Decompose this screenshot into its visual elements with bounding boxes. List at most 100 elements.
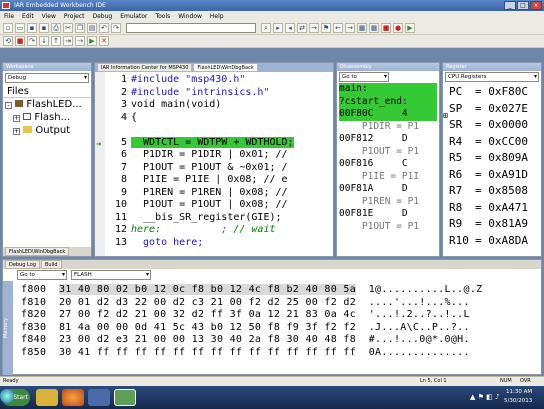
- status-bar: Ready Ln 5, Col 1 NUM OVR: [0, 376, 544, 386]
- memory-grid[interactable]: f800 31 40 80 02 b0 12 0c f8 b0 12 4c f8…: [3, 281, 541, 363]
- collapse-icon[interactable]: -: [5, 102, 12, 109]
- line-number: 1: [120, 74, 127, 85]
- code-area[interactable]: ➜ 1 #include "msp430.h" 2 #include "intrin…: [95, 72, 333, 256]
- compile-icon[interactable]: ▦: [357, 23, 367, 33]
- find-combo[interactable]: [126, 23, 256, 33]
- code-text: void main(void): [131, 99, 222, 110]
- memory-zone-select[interactable]: FLASH: [71, 270, 151, 280]
- tab-build[interactable]: Build: [40, 260, 62, 269]
- run-to-cursor-icon[interactable]: ⇢: [75, 36, 85, 46]
- reset-icon[interactable]: ⟲: [3, 36, 13, 46]
- register-name: R9: [449, 217, 463, 230]
- register-row[interactable]: SR = 0x0000: [449, 118, 528, 131]
- register-value: = 0x81A9: [475, 217, 528, 230]
- undo-icon[interactable]: ↶: [99, 23, 109, 33]
- new-file-icon[interactable]: ▫: [3, 23, 13, 33]
- memory-goto-combo[interactable]: Go to: [17, 270, 67, 280]
- navigate-back-icon[interactable]: ←: [333, 23, 343, 33]
- menu-project[interactable]: Project: [64, 13, 85, 20]
- save-all-icon[interactable]: ▪: [39, 23, 49, 33]
- register-row[interactable]: R10 = 0xA8DA: [449, 234, 528, 247]
- tab-debug-log[interactable]: Debug Log: [5, 260, 40, 269]
- register-row[interactable]: R9 = 0x81A9: [449, 217, 528, 230]
- expand-icon[interactable]: +: [13, 115, 20, 122]
- code-text: P1OUT = P1OUT | 0x08; //: [131, 199, 288, 210]
- register-pane: Register CPU Registers ⊞ PC = 0xF80C SP = …: [442, 62, 542, 257]
- workspace-config-select[interactable]: Debug: [5, 73, 89, 83]
- tab-source-file[interactable]: FlashLED\WinDbgBack: [193, 63, 258, 72]
- iar-workbench-icon[interactable]: [114, 389, 136, 406]
- open-icon[interactable]: ▭: [15, 23, 25, 33]
- menu-edit[interactable]: Edit: [22, 13, 34, 20]
- code-text: #include "intrinsics.h": [131, 86, 270, 98]
- menu-window[interactable]: Window: [178, 13, 202, 20]
- make-icon[interactable]: ▦: [369, 23, 379, 33]
- toggle-breakpoint-icon[interactable]: ●: [393, 23, 403, 33]
- redo-icon[interactable]: ↷: [111, 23, 121, 33]
- step-out-icon[interactable]: ↑: [51, 36, 61, 46]
- code-text: __bis_SR_register(GIE);: [131, 211, 282, 223]
- maximize-button[interactable]: □: [517, 1, 529, 10]
- navigate-forward-icon[interactable]: →: [345, 23, 355, 33]
- cursor-position: Ln 5, Col 1: [420, 378, 447, 384]
- register-row[interactable]: R7 = 0x8508: [449, 184, 528, 197]
- media-player-icon[interactable]: [88, 389, 110, 406]
- find-prev-icon[interactable]: ◂: [285, 23, 295, 33]
- menu-file[interactable]: File: [4, 13, 14, 20]
- menu-tools[interactable]: Tools: [155, 13, 170, 20]
- find-icon[interactable]: ⌕: [261, 23, 271, 33]
- find-next-icon[interactable]: ▸: [273, 23, 283, 33]
- menu-help[interactable]: Help: [210, 13, 224, 20]
- debug-icon[interactable]: ▶: [405, 23, 415, 33]
- go-icon[interactable]: ▶: [87, 36, 97, 46]
- register-row[interactable]: R6 = 0xA91D: [449, 168, 528, 181]
- minimize-button[interactable]: _: [504, 1, 516, 10]
- main-toolbar: ▫ ▭ ▪ ▪ ⎙ ✂ ❐ ▤ ↶ ↷ ⌕ ▸ ◂ ⇄ → ⚑ ← → ▦ ▦ …: [0, 22, 544, 35]
- register-row[interactable]: SP = 0x027E: [449, 102, 528, 115]
- register-row[interactable]: R4 = 0xCC00: [449, 135, 528, 148]
- register-value: = 0x8508: [475, 184, 528, 197]
- print-icon[interactable]: ⎙: [51, 23, 61, 33]
- line-number: 2: [120, 86, 127, 98]
- next-statement-icon[interactable]: ⇥: [63, 36, 73, 46]
- menu-debug[interactable]: Debug: [92, 13, 112, 20]
- line-number: 5: [120, 136, 127, 148]
- paste-icon[interactable]: ▤: [87, 23, 97, 33]
- register-name: SR: [449, 118, 463, 131]
- bookmark-icon[interactable]: ⚑: [321, 23, 331, 33]
- expand-icon[interactable]: +: [13, 128, 20, 135]
- tray-icons[interactable]: ▲ ⚑ ◧ ♪: [470, 393, 499, 401]
- close-button[interactable]: ×: [530, 1, 542, 10]
- register-row[interactable]: PC = 0xF80C: [449, 85, 528, 98]
- register-row[interactable]: R5 = 0x809A: [449, 151, 528, 164]
- stop-debug-icon[interactable]: ✕: [99, 36, 109, 46]
- disassembly-goto-combo[interactable]: Go to: [339, 72, 389, 82]
- tab-info-center[interactable]: IAR Information Center for MSP430: [97, 63, 193, 72]
- step-over-icon[interactable]: ↷: [27, 36, 37, 46]
- disassembly-list[interactable]: main: ?cstart_end: 00F80C 4 P1DIR = P1 0…: [337, 83, 439, 255]
- app-icon: [2, 2, 10, 9]
- register-name: R10: [449, 233, 469, 247]
- start-button[interactable]: Start: [0, 389, 30, 406]
- tree-item-flash[interactable]: + Flash...: [13, 112, 70, 124]
- line-number: 3: [120, 99, 127, 110]
- stop-build-icon[interactable]: ■: [381, 23, 391, 33]
- copy-icon[interactable]: ❐: [75, 23, 85, 33]
- file-explorer-icon[interactable]: [36, 389, 58, 406]
- tree-item-project[interactable]: - FlashLED...: [5, 99, 82, 111]
- register-group-select[interactable]: CPU Registers: [445, 72, 539, 82]
- firefox-icon[interactable]: [62, 389, 84, 406]
- replace-icon[interactable]: ⇄: [297, 23, 307, 33]
- register-row[interactable]: R8 = 0xA471: [449, 201, 528, 214]
- break-icon[interactable]: ■: [15, 36, 25, 46]
- step-into-icon[interactable]: ↓: [39, 36, 49, 46]
- tree-item-output[interactable]: + Output: [13, 125, 70, 137]
- menu-view[interactable]: View: [42, 13, 56, 20]
- dis-line-label: main:: [339, 83, 437, 96]
- cut-icon[interactable]: ✂: [63, 23, 73, 33]
- menu-emulator[interactable]: Emulator: [120, 13, 147, 20]
- save-icon[interactable]: ▪: [27, 23, 37, 33]
- goto-icon[interactable]: →: [309, 23, 319, 33]
- expand-icon[interactable]: ⊞: [443, 111, 448, 120]
- workspace-tab[interactable]: FlashLED\WinDbgBack: [5, 247, 70, 256]
